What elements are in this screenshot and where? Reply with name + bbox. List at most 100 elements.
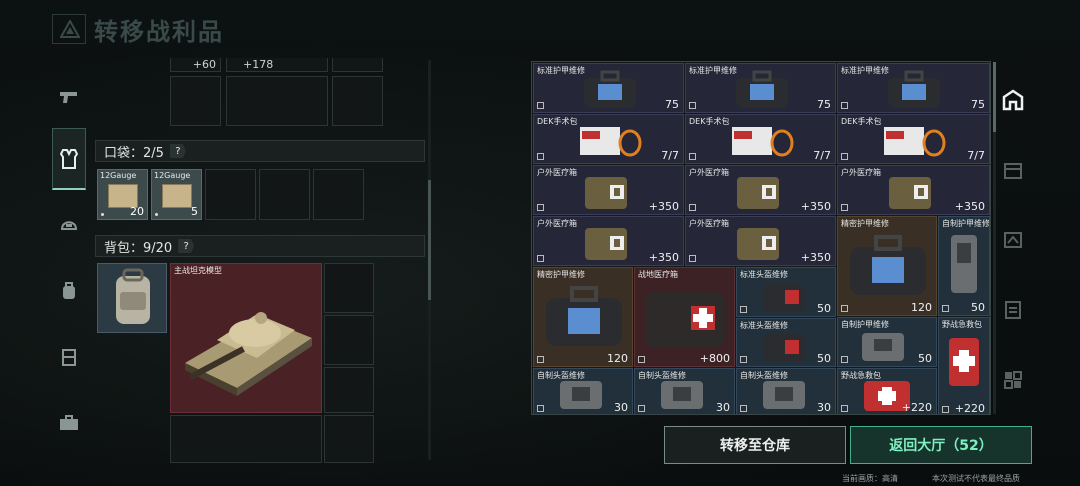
backpack-slot-empty[interactable] [170, 415, 322, 463]
toolbox-category-button[interactable] [52, 392, 86, 454]
backpack-category-button[interactable] [52, 260, 86, 322]
loot-item[interactable]: DEK手术包 7/7 [533, 114, 684, 164]
pocket-slot-empty[interactable] [313, 169, 364, 220]
filter-intel-button[interactable] [998, 290, 1028, 330]
loot-filter-rail [998, 70, 1028, 420]
container-icon [1004, 163, 1022, 179]
weapon-category-button[interactable] [52, 66, 86, 128]
loot-item[interactable]: 标准头盔维修 50 [736, 267, 836, 317]
item-uses: 7/7 [967, 149, 985, 162]
tank-icon [185, 312, 312, 396]
loot-item[interactable]: 自制护甲维修 50 [837, 317, 937, 367]
item-hp: +350 [648, 200, 679, 213]
item-name: DEK手术包 [689, 117, 730, 126]
equipped-backpack[interactable] [97, 263, 167, 333]
armor-plate-icon [951, 235, 977, 293]
page-title: 转移战利品 [94, 18, 224, 46]
item-name: 精密护甲维修 [537, 270, 585, 279]
item-hp: +350 [954, 200, 985, 213]
pocket-slot-empty[interactable] [205, 169, 256, 220]
backpack-label: 背包：9/20 [104, 240, 173, 256]
backpack-slot-empty[interactable] [324, 415, 374, 463]
container-scrollbar-thumb[interactable] [428, 180, 431, 300]
loot-item[interactable]: 标准护甲维修 75 [837, 63, 990, 113]
backpack-slot-empty[interactable] [324, 315, 374, 365]
stack-icon [841, 356, 848, 363]
loot-item[interactable]: 户外医疗箱 +350 [837, 165, 990, 215]
helmet-category-button[interactable] [52, 193, 86, 255]
loot-item[interactable]: 标准头盔维修 50 [736, 318, 836, 367]
helmet-repair-kit-icon [763, 284, 805, 312]
backpack-help-button[interactable]: ? [178, 239, 195, 253]
stack-icon [689, 153, 696, 160]
backpack-slot-empty[interactable] [324, 367, 374, 413]
loot-scrollbar-thumb[interactable] [993, 62, 996, 132]
loot-item[interactable]: 野战急救包 +220 [837, 368, 937, 414]
item-name: 户外医疗箱 [689, 219, 729, 228]
item-durability: 50 [971, 301, 985, 314]
grid-icon [1004, 371, 1022, 389]
loot-grid: 标准护甲维修 75 标准护甲维修 75 标准护甲维修 75 DEK手术包 7/7… [531, 61, 991, 415]
helmet-icon [60, 221, 78, 230]
first-aid-kit-icon [949, 338, 979, 386]
pocket-slot-empty[interactable] [259, 169, 310, 220]
item-hp: +800 [699, 352, 730, 365]
stack-icon [841, 102, 848, 109]
item-name: 12Gauge [100, 171, 137, 180]
stack-icon [689, 102, 696, 109]
loot-item[interactable]: 户外医疗箱 +350 [533, 216, 684, 266]
medkit-icon [585, 177, 627, 209]
item-name: 标准头盔维修 [740, 270, 788, 279]
loot-item[interactable]: 精密护甲维修 120 [837, 216, 937, 316]
item-uses: 7/7 [661, 149, 679, 162]
loot-item[interactable]: 自制护甲维修 50 [938, 216, 990, 316]
loot-item[interactable]: 户外医疗箱 +350 [533, 165, 684, 215]
loot-item[interactable]: 战地医疗箱 +800 [634, 267, 735, 367]
stack-icon [689, 255, 696, 262]
loot-item[interactable]: 户外医疗箱 +350 [685, 216, 836, 266]
loot-item[interactable]: 野战急救包 +220 [938, 317, 990, 414]
pocket-help-button[interactable]: ? [169, 144, 186, 158]
item-slot[interactable]: +178 [226, 58, 328, 72]
loot-item[interactable]: 自制头盔维修 30 [634, 368, 735, 414]
loot-item[interactable]: 户外医疗箱 +350 [685, 165, 836, 215]
item-slot[interactable] [226, 76, 328, 126]
backpack-slot-empty[interactable] [324, 263, 374, 313]
transfer-to-warehouse-button[interactable]: 转移至仓库 [664, 426, 846, 464]
rig-category-button[interactable] [52, 326, 86, 388]
medkit-icon [585, 228, 627, 260]
filter-bag-button[interactable] [998, 150, 1028, 190]
item-durability: 120 [607, 352, 628, 365]
armor-category-button[interactable] [52, 128, 86, 190]
item-slot[interactable] [170, 76, 221, 126]
item-slot[interactable] [332, 58, 383, 72]
stack-icon [689, 204, 696, 211]
filter-map-button[interactable] [998, 220, 1028, 260]
item-durability: 30 [716, 401, 730, 414]
item-value: +60 [192, 58, 216, 71]
filter-misc-button[interactable] [998, 360, 1028, 400]
item-slot[interactable]: +60 [170, 58, 221, 72]
item-name: 标准护甲维修 [537, 66, 585, 75]
item-durability: 50 [817, 352, 831, 365]
item-durability: 30 [614, 401, 628, 414]
loot-item[interactable]: DEK手术包 7/7 [685, 114, 836, 164]
item-durability: 75 [665, 98, 679, 111]
loot-item[interactable]: 自制头盔维修 30 [533, 368, 633, 414]
pocket-item[interactable]: 12Gauge 20 [97, 169, 148, 220]
item-hp: +220 [901, 401, 932, 414]
loot-item[interactable]: 标准护甲维修 75 [533, 63, 684, 113]
loot-item[interactable]: DEK手术包 7/7 [837, 114, 990, 164]
loot-item[interactable]: 精密护甲维修 120 [533, 267, 633, 367]
item-durability: 75 [971, 98, 985, 111]
ammo-box-icon [162, 184, 192, 208]
house-icon [1002, 89, 1024, 111]
filter-all-button[interactable] [998, 80, 1028, 120]
tank-model-item[interactable]: 主战坦克模型 [170, 263, 322, 413]
return-to-lobby-button[interactable]: 返回大厅（52） [850, 426, 1032, 464]
loot-item[interactable]: 自制头盔维修 30 [736, 368, 836, 414]
pocket-item[interactable]: 12Gauge 5 [151, 169, 202, 220]
loot-item[interactable]: 标准护甲维修 75 [685, 63, 836, 113]
item-slot[interactable] [332, 76, 383, 126]
surgery-kit-icon [580, 127, 642, 157]
